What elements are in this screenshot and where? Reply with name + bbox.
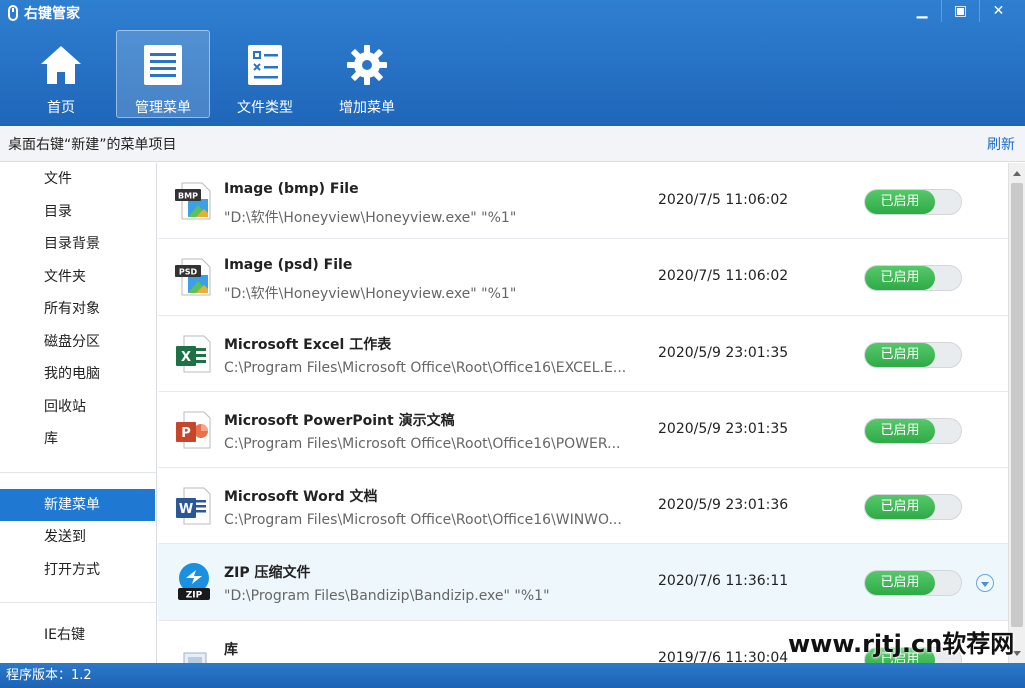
nav-home[interactable]: 首页 bbox=[14, 30, 108, 118]
zip-file-icon: ZIP bbox=[174, 562, 214, 602]
bmp-file-icon: BMP bbox=[174, 181, 214, 221]
svg-text:W: W bbox=[179, 502, 193, 517]
enable-toggle[interactable]: 已启用 bbox=[864, 341, 962, 368]
item-name: Microsoft Excel 工作表 bbox=[224, 336, 392, 353]
enable-toggle[interactable]: 已启用 bbox=[864, 189, 962, 215]
svg-text:PSD: PSD bbox=[179, 268, 198, 277]
header: 右键管家 ▁ ▣ ✕ 首页 管理菜单 文件类型 增加菜单 bbox=[0, 0, 1025, 126]
item-name: Microsoft Word 文档 bbox=[224, 489, 378, 506]
item-date: 2020/5/9 23:01:35 bbox=[658, 344, 789, 361]
status-bar: 程序版本：1.2 bbox=[0, 663, 1025, 688]
item-path: "D:\Program Files\Bandizip\Bandizip.exe"… bbox=[224, 588, 550, 605]
nav-home-label: 首页 bbox=[47, 100, 75, 116]
sidebar-item-folder[interactable]: 文件夹 bbox=[0, 261, 156, 294]
vertical-scrollbar[interactable] bbox=[1008, 163, 1025, 663]
scroll-thumb[interactable] bbox=[1011, 183, 1023, 627]
svg-text:BMP: BMP bbox=[178, 192, 198, 201]
powerpoint-file-icon: P bbox=[174, 410, 214, 450]
list-item[interactable]: PSD Image (psd) File "D:\软件\Honeyview\Ho… bbox=[158, 239, 1008, 316]
item-date: 2020/7/6 11:36:11 bbox=[658, 573, 789, 590]
home-icon bbox=[37, 41, 85, 89]
enable-toggle[interactable]: 已启用 bbox=[864, 265, 962, 292]
menu-item-list: BMP Image (bmp) File "D:\软件\Honeyview\Ho… bbox=[158, 163, 1008, 663]
sidebar: 文件 目录 目录背景 文件夹 所有对象 磁盘分区 我的电脑 回收站 库 新建菜单… bbox=[0, 163, 157, 663]
library-icon bbox=[174, 639, 214, 663]
restore-button[interactable]: ▣ bbox=[941, 0, 979, 22]
item-name: 库 bbox=[224, 641, 238, 658]
nav-manage-menu-label: 管理菜单 bbox=[135, 100, 191, 116]
gear-icon bbox=[343, 41, 391, 89]
list-item[interactable]: ZIP ZIP 压缩文件 "D:\Program Files\Bandizip\… bbox=[158, 544, 1008, 621]
mouse-icon bbox=[8, 5, 18, 21]
expand-chevron-icon[interactable] bbox=[976, 574, 994, 593]
section-header: 桌面右键“新建”的菜单项目 刷新 bbox=[0, 126, 1025, 162]
nav-file-type-label: 文件类型 bbox=[237, 100, 293, 116]
main-nav: 首页 管理菜单 文件类型 增加菜单 bbox=[14, 30, 414, 118]
item-path: C:\Program Files\Microsoft Office\Root\O… bbox=[224, 359, 627, 376]
minimize-button[interactable]: ▁ bbox=[903, 0, 941, 22]
sidebar-item-directory-background[interactable]: 目录背景 bbox=[0, 228, 156, 261]
list-item[interactable]: BMP Image (bmp) File "D:\软件\Honeyview\Ho… bbox=[158, 163, 1008, 240]
item-path: C:\Program Files\Microsoft Office\Root\O… bbox=[224, 435, 621, 452]
nav-add-menu[interactable]: 增加菜单 bbox=[320, 30, 414, 118]
section-title: 桌面右键“新建”的菜单项目 bbox=[8, 136, 177, 153]
sidebar-item-all-objects[interactable]: 所有对象 bbox=[0, 293, 156, 326]
toggle-label: 已启用 bbox=[865, 190, 935, 214]
sidebar-item-my-computer[interactable]: 我的电脑 bbox=[0, 358, 156, 391]
item-name: ZIP 压缩文件 bbox=[224, 565, 311, 582]
item-path: "D:\软件\Honeyview\Honeyview.exe" "%1" bbox=[224, 210, 517, 226]
word-file-icon: W bbox=[174, 486, 214, 526]
menu-list-icon bbox=[139, 41, 187, 89]
list-item[interactable]: P Microsoft PowerPoint 演示文稿 C:\Program F… bbox=[158, 392, 1008, 469]
nav-add-menu-label: 增加菜单 bbox=[339, 100, 395, 116]
sidebar-divider bbox=[0, 602, 156, 603]
toggle-label: 已启用 bbox=[865, 418, 935, 443]
sidebar-item-file[interactable]: 文件 bbox=[0, 163, 156, 196]
sidebar-item-recycle-bin[interactable]: 回收站 bbox=[0, 391, 156, 424]
item-name: Image (psd) File bbox=[224, 257, 353, 274]
enable-toggle[interactable]: 已启用 bbox=[864, 494, 962, 521]
svg-text:P: P bbox=[181, 426, 191, 441]
app-title-text: 右键管家 bbox=[24, 6, 80, 22]
sidebar-item-directory[interactable]: 目录 bbox=[0, 196, 156, 229]
file-type-icon bbox=[241, 41, 289, 89]
nav-manage-menu[interactable]: 管理菜单 bbox=[116, 30, 210, 118]
item-date: 2020/5/9 23:01:36 bbox=[658, 497, 789, 514]
list-item[interactable]: X Microsoft Excel 工作表 C:\Program Files\M… bbox=[158, 316, 1008, 392]
refresh-link[interactable]: 刷新 bbox=[987, 134, 1015, 154]
enable-toggle[interactable]: 已启用 bbox=[864, 570, 962, 597]
item-path: C:\Program Files\Microsoft Office\Root\O… bbox=[224, 512, 622, 529]
svg-text:X: X bbox=[181, 350, 191, 365]
item-path: "D:\软件\Honeyview\Honeyview.exe" "%1" bbox=[224, 286, 517, 303]
window-controls: ▁ ▣ ✕ bbox=[903, 0, 1017, 22]
sidebar-item-open-with[interactable]: 打开方式 bbox=[0, 554, 156, 587]
svg-text:ZIP: ZIP bbox=[186, 591, 203, 601]
psd-file-icon: PSD bbox=[174, 257, 214, 297]
sidebar-item-ie-context[interactable]: IE右键 bbox=[0, 619, 156, 652]
toggle-label: 已启用 bbox=[865, 266, 935, 291]
watermark: www.rjtj.cn软荐网 bbox=[788, 630, 1015, 658]
toggle-label: 已启用 bbox=[865, 495, 935, 520]
item-date: 2019/7/6 11:30:04 bbox=[658, 649, 789, 663]
app-title: 右键管家 bbox=[8, 3, 80, 23]
close-button[interactable]: ✕ bbox=[979, 0, 1017, 22]
item-name: Image (bmp) File bbox=[224, 181, 359, 197]
scroll-up-arrow-icon[interactable] bbox=[1009, 165, 1025, 181]
sidebar-item-disk-partition[interactable]: 磁盘分区 bbox=[0, 326, 156, 359]
sidebar-item-send-to[interactable]: 发送到 bbox=[0, 521, 156, 554]
nav-file-type[interactable]: 文件类型 bbox=[218, 30, 312, 118]
item-date: 2020/5/9 23:01:35 bbox=[658, 420, 789, 437]
item-date: 2020/7/5 11:06:02 bbox=[658, 192, 789, 208]
item-name: Microsoft PowerPoint 演示文稿 bbox=[224, 412, 455, 429]
version-label: 程序版本：1.2 bbox=[6, 668, 92, 683]
list-item[interactable]: W Microsoft Word 文档 C:\Program Files\Mic… bbox=[158, 468, 1008, 545]
toggle-label: 已启用 bbox=[865, 342, 935, 367]
enable-toggle[interactable]: 已启用 bbox=[864, 417, 962, 444]
sidebar-item-library[interactable]: 库 bbox=[0, 423, 156, 456]
sidebar-item-new-menu[interactable]: 新建菜单 bbox=[0, 488, 155, 521]
item-date: 2020/7/5 11:06:02 bbox=[658, 268, 789, 285]
toggle-label: 已启用 bbox=[865, 571, 935, 596]
excel-file-icon: X bbox=[174, 334, 214, 374]
sidebar-divider bbox=[0, 471, 156, 473]
